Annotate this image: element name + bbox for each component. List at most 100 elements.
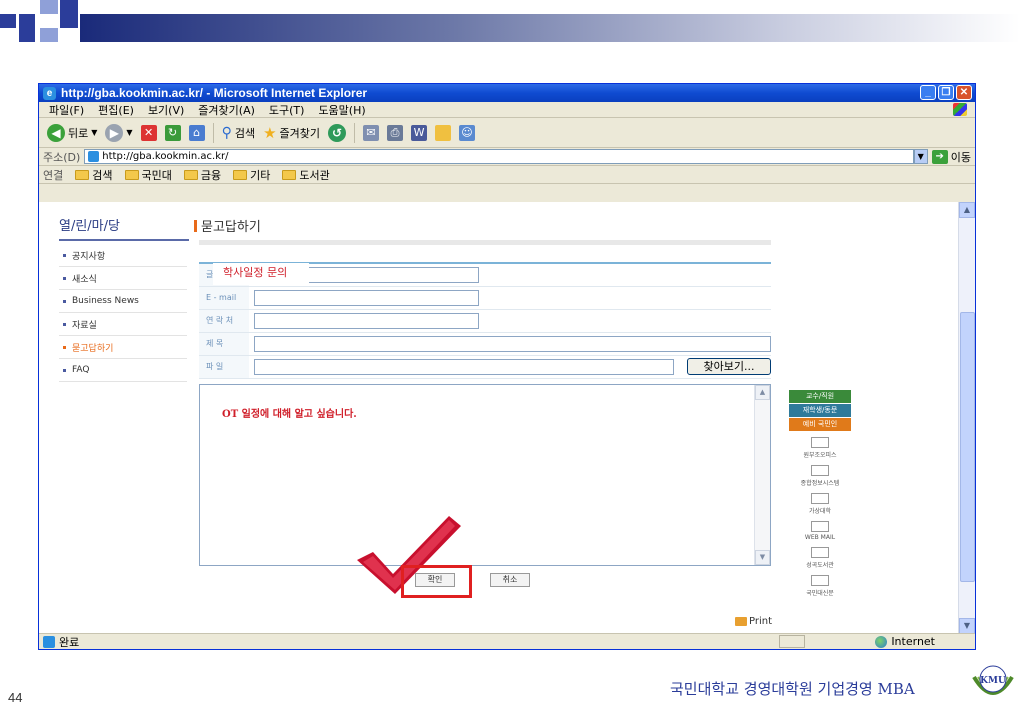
link-kookmin[interactable]: 국민대 [124,167,172,183]
title-bar: e http://gba.kookmin.ac.kr/ - Microsoft … [39,84,975,102]
file-field[interactable] [254,359,674,375]
forward-button[interactable]: ▶ ▼ [105,123,133,142]
quick-link-info-system[interactable]: 종합정보시스템 [789,465,851,487]
sidebar-item-notice[interactable]: 공지사항 [59,244,187,267]
folder-icon [183,169,198,180]
subject-label: 제 목 [199,333,249,355]
scroll-up-icon[interactable]: ▲ [959,202,975,218]
menu-favorites[interactable]: 즐겨찾기(A) [198,102,255,118]
close-button[interactable]: ✕ [956,85,972,100]
search-button[interactable]: ⚲ 검색 [222,125,256,141]
home-icon[interactable]: ⌂ [188,124,205,141]
cancel-button[interactable]: 취소 [490,573,530,587]
bullet-icon [63,253,66,257]
go-arrow-icon: ➔ [931,149,948,164]
book-icon [811,547,829,558]
phone-field[interactable] [254,313,479,329]
link-library[interactable]: 도서관 [282,167,330,183]
link-label: 금융 [200,168,222,182]
scroll-thumb[interactable] [960,312,975,582]
sidebar-title: 열/린/마/당 [59,215,189,241]
mail-icon[interactable]: ✉ [363,124,380,141]
link-etc[interactable]: 기타 [233,167,270,183]
forward-arrow-icon: ▶ [105,123,124,142]
sidebar-item-qna[interactable]: 묻고답하기 [59,336,187,359]
forward-dropdown-icon[interactable]: ▼ [126,128,132,137]
status-cell [779,635,805,648]
maximize-button[interactable]: ❐ [938,85,954,100]
zone-label: Internet [891,635,935,648]
divider [199,240,771,245]
quick-link-webmail[interactable]: WEB MAIL [789,521,851,541]
menu-help[interactable]: 도움말(H) [318,102,365,118]
address-input[interactable]: http://gba.kookmin.ac.kr/ [84,149,914,164]
building-icon [811,493,829,504]
phone-row: 연 락 처 [199,310,771,333]
sidebar-item-label: 묻고답하기 [72,343,114,354]
messenger-icon[interactable]: ☺ [459,124,476,141]
bullet-icon [63,299,66,303]
sidebar-item-archive[interactable]: 자료실 [59,313,187,336]
back-label: 뒤로 [68,126,89,140]
sidebar-item-label: Business News [72,296,139,306]
menu-file[interactable]: 파일(F) [49,102,84,118]
separator [212,122,214,143]
email-field[interactable] [254,290,479,306]
print-icon[interactable]: ⎙ [387,124,404,141]
refresh-icon[interactable]: ↻ [164,124,181,141]
link-search[interactable]: 검색 [75,167,113,183]
stop-icon[interactable]: ✕ [140,124,157,141]
textarea-scrollbar[interactable]: ▲ ▼ [754,385,770,565]
tab-faculty[interactable]: 교수/직원 [789,390,851,403]
subject-field[interactable] [254,336,771,352]
minimize-button[interactable]: _ [920,85,936,100]
menu-view[interactable]: 보기(V) [148,102,184,118]
tab-students[interactable]: 재학생/동문 [789,404,851,417]
window-title: http://gba.kookmin.ac.kr/ - Microsoft In… [61,86,368,100]
newspaper-icon [811,575,829,586]
folder-icon [233,169,248,180]
scroll-down-icon[interactable]: ▼ [959,618,975,634]
scroll-up-icon[interactable]: ▲ [755,385,770,400]
back-dropdown-icon[interactable]: ▼ [91,128,97,137]
favorites-button[interactable]: ★ 즐겨찾기 [263,124,320,142]
menu-tools[interactable]: 도구(T) [269,102,305,118]
svg-text:KMU: KMU [980,676,1006,686]
menu-edit[interactable]: 편집(E) [98,102,134,118]
header-bar [80,14,1020,42]
back-arrow-icon: ◀ [47,123,65,142]
links-label: 연결 [43,168,64,182]
folder-icon [282,169,297,180]
quick-link-label: 가상대학 [808,508,832,515]
windows-logo-icon [953,103,967,116]
history-icon[interactable]: ↺ [328,123,347,142]
quick-link-newspaper[interactable]: 국민대신문 [789,575,851,597]
sidebar-item-business-news[interactable]: Business News [59,290,187,313]
address-dropdown-icon[interactable]: ▼ [913,149,928,164]
quick-link-cyber-university[interactable]: 가상대학 [789,493,851,515]
printer-icon [735,617,747,626]
scroll-down-icon[interactable]: ▼ [755,550,770,565]
sidebar-item-news[interactable]: 새소식 [59,267,187,290]
back-button[interactable]: ◀ 뒤로 ▼ [47,123,97,142]
go-button[interactable]: ➔ 이동 [931,149,971,165]
link-finance[interactable]: 금융 [183,167,222,183]
browse-button[interactable]: 찾아보기... [687,358,771,375]
quick-link-office[interactable]: 원부조오피스 [789,437,851,459]
page-icon [88,151,100,162]
file-row: 파 일 찾아보기... [199,356,771,379]
edit-icon[interactable]: W [411,124,428,141]
tab-prospective[interactable]: 예비 국민인 [789,418,851,431]
slide-page-number: 44 [8,690,23,705]
search-label: 검색 [234,126,256,140]
body-textarea[interactable]: OT 일정에 대해 알고 싶습니다. ▲ ▼ [199,384,771,566]
page-title: 묻고답하기 [194,216,261,235]
sidebar-item-faq[interactable]: FAQ [59,359,187,382]
folder-icon[interactable] [435,124,452,141]
print-button[interactable]: Print [735,616,772,627]
subject-row: 제 목 [199,333,771,356]
globe-icon [875,635,888,648]
page-scrollbar[interactable]: ▲ ▼ [958,202,975,634]
link-label: 도서관 [299,168,330,182]
quick-link-library[interactable]: 성곡도서관 [789,547,851,569]
